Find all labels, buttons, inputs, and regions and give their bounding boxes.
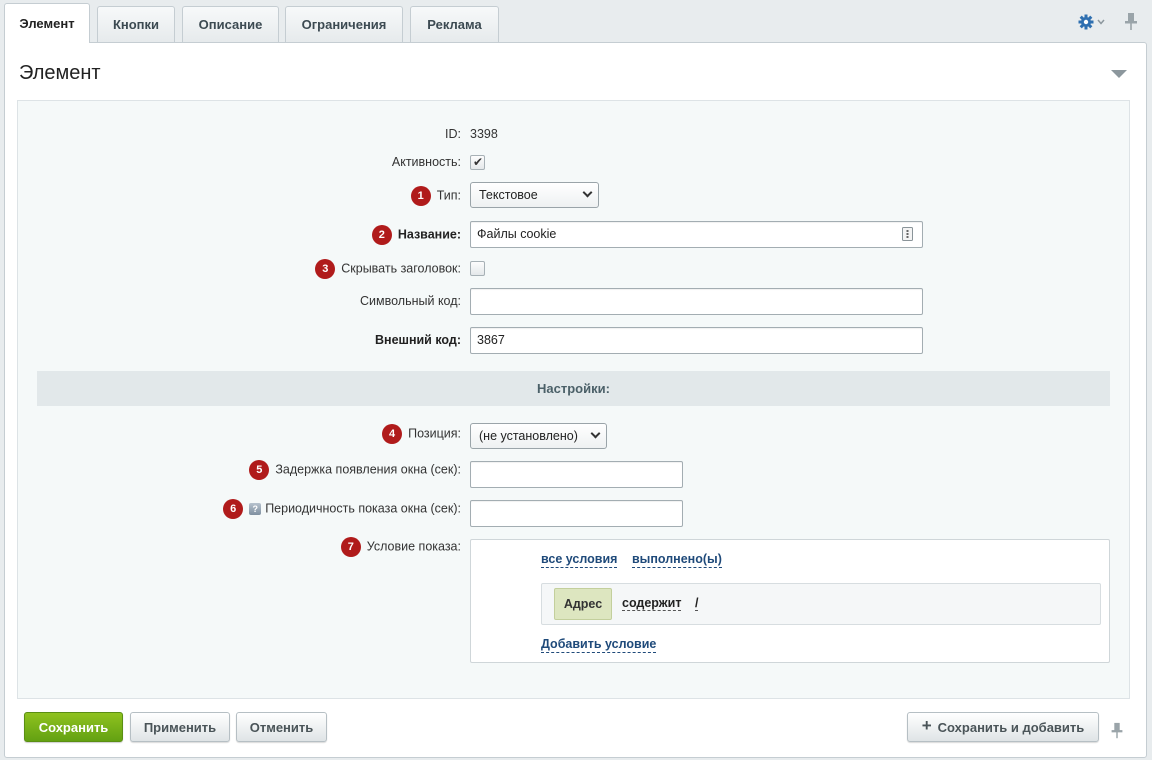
ext-code-input[interactable]: 3867 (470, 327, 923, 354)
settings-menu-button[interactable] (1078, 12, 1108, 32)
save-and-add-button[interactable]: + Сохранить и добавить (907, 712, 1099, 742)
period-label: Периодичность показа окна (сек): (265, 501, 461, 516)
tab-element[interactable]: Элемент (4, 3, 90, 43)
form-area: ID: 3398 Активность: ✔ 1 Тип: Текстовое 2… (17, 100, 1130, 699)
tab-ads[interactable]: Реклама (410, 6, 499, 42)
type-select[interactable]: Текстовое (470, 182, 599, 208)
condition-label: Условие показа: (366, 539, 461, 554)
position-select-value: (не установлено) (479, 429, 578, 443)
all-conditions-link[interactable]: все условия (541, 552, 618, 568)
id-label: ID: (445, 127, 461, 141)
position-label-wrap: 4 Позиция: (382, 424, 461, 444)
settings-section-header: Настройки: (37, 371, 1110, 406)
condition-rule: Адрес содержит / (541, 583, 1101, 625)
help-icon[interactable]: ? (249, 503, 262, 515)
period-label-wrap: 6? Периодичность показа окна (сек): (223, 499, 461, 519)
rule-value[interactable]: / (695, 596, 699, 611)
position-select[interactable]: (не установлено) (470, 423, 607, 449)
hide-title-label: Скрывать заголовок: (341, 261, 461, 276)
hide-title-label-wrap: 3 Скрывать заголовок: (315, 259, 461, 279)
edit-panel: Элемент ID: 3398 Активность: ✔ 1 Тип: Тек… (4, 42, 1147, 758)
tab-bar: Элемент Кнопки Описание Ограничения Рекл… (0, 0, 1152, 43)
condition-label-wrap: 7 Условие показа: (340, 537, 461, 557)
hide-title-checkbox[interactable] (470, 261, 485, 276)
hint-badge-7: 7 (340, 537, 361, 557)
hint-badge-1: 1 (410, 186, 431, 206)
field-menu-icon[interactable] (902, 227, 913, 241)
add-condition-link[interactable]: Добавить условие (541, 637, 657, 653)
active-label: Активность: (391, 155, 461, 169)
name-input-value: Файлы cookie (477, 227, 557, 241)
row-type: 1 Тип: Текстовое (18, 182, 1129, 210)
hint-badge-6: 6 (223, 499, 244, 519)
pin-icon[interactable] (1110, 722, 1124, 740)
save-and-add-label: Сохранить и добавить (937, 719, 1085, 735)
page-title: Элемент (19, 62, 101, 84)
id-value: 3398 (470, 127, 498, 141)
name-label: Название: (397, 227, 461, 242)
type-label: Тип: (436, 188, 461, 203)
period-input[interactable] (470, 500, 683, 527)
row-ext-code: Внешний код: 3867 (18, 327, 1129, 355)
delay-label: Задержка появления окна (сек): (275, 462, 461, 477)
ext-code-input-value: 3867 (477, 333, 505, 347)
row-hide-title: 3 Скрывать заголовок: (18, 257, 1129, 281)
gear-icon (1078, 14, 1094, 30)
cancel-button[interactable]: Отменить (236, 712, 327, 742)
delay-label-wrap: 5 Задержка появления окна (сек): (249, 460, 461, 480)
type-select-value: Текстовое (479, 188, 538, 202)
fulfilled-link[interactable]: выполнено(ы) (632, 552, 722, 568)
plus-icon: + (921, 716, 932, 735)
apply-button[interactable]: Применить (130, 712, 230, 742)
tab-restrictions[interactable]: Ограничения (285, 6, 403, 42)
chevron-down-icon (582, 187, 593, 198)
collapse-toggle-icon[interactable] (1111, 70, 1127, 78)
hint-badge-2: 2 (371, 225, 392, 245)
condition-builder: все условия выполнено(ы) Адрес содержит … (470, 539, 1110, 663)
row-position: 4 Позиция: (не установлено) (18, 422, 1129, 450)
save-button[interactable]: Сохранить (24, 712, 123, 742)
row-period: 6? Периодичность показа окна (сек): (18, 498, 1129, 527)
name-input[interactable]: Файлы cookie (470, 221, 923, 248)
row-active: Активность: ✔ (18, 153, 1129, 173)
code-input[interactable] (470, 288, 923, 315)
rule-field-chip[interactable]: Адрес (554, 588, 612, 620)
checkmark-icon: ✔ (473, 155, 484, 169)
pin-icon[interactable] (1124, 12, 1138, 32)
tab-description[interactable]: Описание (182, 6, 279, 42)
ext-code-label: Внешний код: (375, 333, 461, 347)
position-label: Позиция: (408, 426, 461, 441)
row-id: ID: 3398 (18, 125, 1129, 145)
name-label-wrap: 2 Название: (371, 225, 461, 245)
hint-badge-4: 4 (382, 424, 403, 444)
type-label-wrap: 1 Тип: (410, 186, 461, 206)
active-checkbox[interactable]: ✔ (470, 155, 485, 170)
chevron-down-icon (590, 428, 601, 439)
row-code: Символьный код: (18, 288, 1129, 316)
row-delay: 5 Задержка появления окна (сек): (18, 459, 1129, 488)
rule-operator[interactable]: содержит (622, 596, 682, 611)
row-name: 2 Название: Файлы cookie (18, 221, 1129, 249)
chevron-down-icon (1097, 19, 1105, 25)
delay-input[interactable] (470, 461, 683, 488)
hint-badge-5: 5 (249, 460, 270, 480)
hint-badge-3: 3 (315, 259, 336, 279)
code-label: Символьный код: (360, 294, 461, 308)
tab-buttons[interactable]: Кнопки (97, 6, 175, 42)
